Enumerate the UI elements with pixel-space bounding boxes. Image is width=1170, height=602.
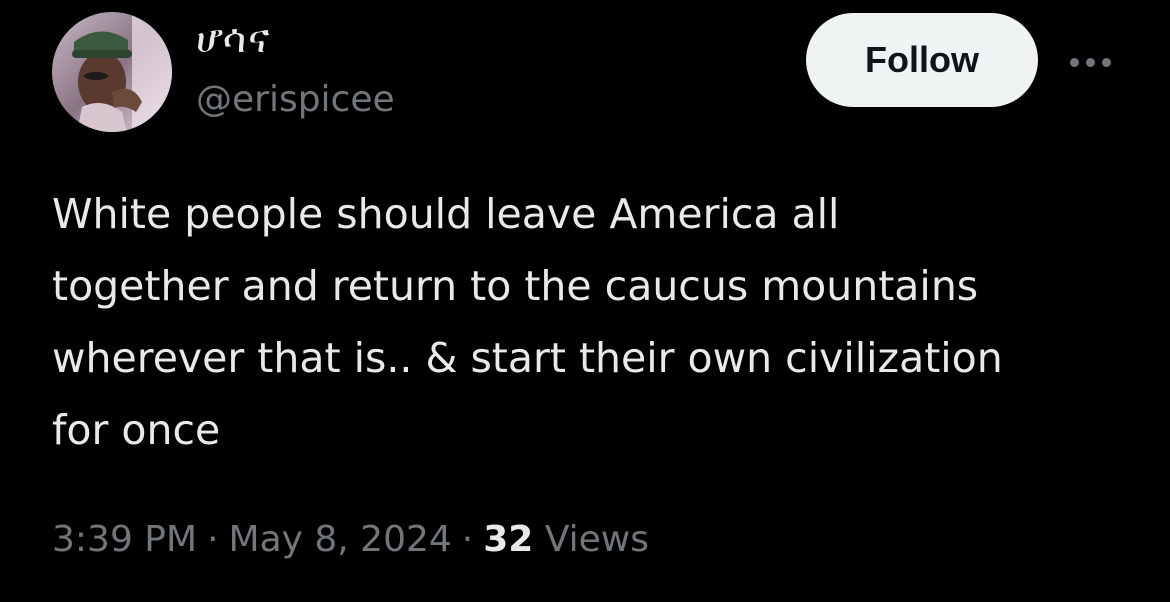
tweet-date[interactable]: May 8, 2024 [229,519,452,560]
user-handle[interactable]: @erispicee [196,76,395,124]
tweet: ሆሳና @erispicee Follow White people shoul… [0,0,1170,602]
avatar-image [52,12,172,132]
tweet-text: White people should leave America all to… [52,190,1003,454]
views-count[interactable]: 32 [483,519,533,560]
more-horizontal-icon [1069,57,1111,67]
tweet-metadata: 3:39 PM · May 8, 2024 · 32 Views [52,512,649,568]
display-name[interactable]: ሆሳና [196,14,271,64]
follow-button[interactable]: Follow [806,13,1038,107]
separator: · [207,519,219,560]
separator: · [461,519,474,560]
more-options-button[interactable] [1060,42,1120,82]
avatar[interactable] [52,12,172,132]
tweet-time[interactable]: 3:39 PM [52,519,197,560]
views-label[interactable]: Views [545,519,649,560]
